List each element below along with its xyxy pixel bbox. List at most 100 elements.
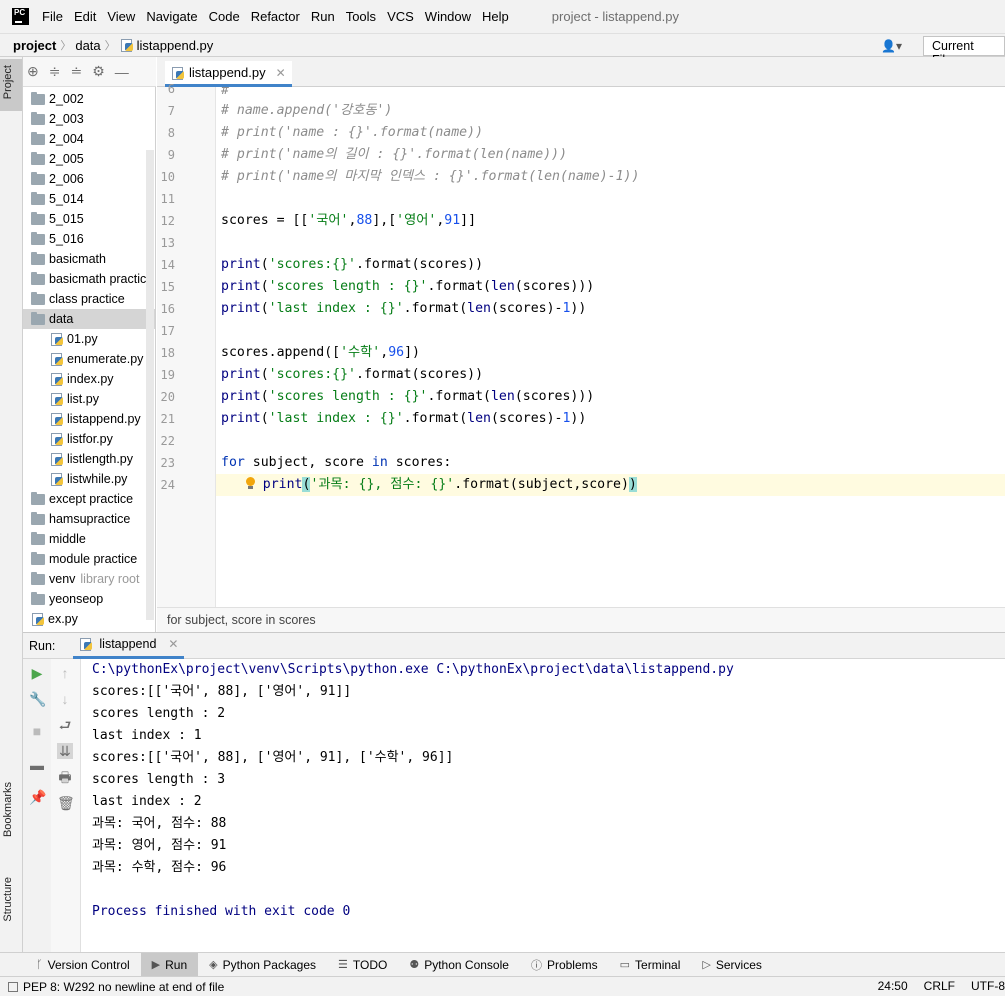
collapse-all-icon[interactable]: ≐ [70, 63, 82, 80]
close-icon[interactable]: ✕ [168, 637, 178, 651]
run-tool-header: Run: listappend ✕ [23, 632, 1005, 659]
tree-folder[interactable]: 2_005 [23, 149, 155, 169]
expand-all-icon[interactable]: ≑ [49, 63, 61, 80]
tree-file[interactable]: list.py [23, 389, 155, 409]
project-side-tab[interactable]: Project [2, 65, 14, 99]
menu-file[interactable]: File [42, 9, 63, 24]
folder-icon [31, 291, 45, 305]
tree-folder[interactable]: except practice [23, 489, 155, 509]
tab-python-packages[interactable]: ◈ Python Packages [198, 953, 327, 977]
rerun-icon[interactable]: ▶ [29, 665, 45, 681]
menu-vcs[interactable]: VCS [387, 9, 414, 24]
run-config-select[interactable]: Current File [923, 36, 1005, 67]
soft-wrap-icon[interactable]: ⮐ [57, 717, 73, 733]
code-line-12: scores = [['국어',88],['영어',91]] [221, 213, 477, 228]
tree-folder[interactable]: 2_006 [23, 169, 155, 189]
tab-problems[interactable]: ⓘ Problems [520, 953, 609, 977]
arrow-down-icon[interactable]: ↓ [57, 691, 73, 707]
lightbulb-icon[interactable] [245, 477, 255, 490]
services-icon: ▷ [702, 959, 711, 971]
python-file-icon [50, 392, 64, 406]
python-icon [79, 637, 93, 651]
tree-folder[interactable]: 2_003 [23, 109, 155, 129]
tree-file[interactable]: ex.py [23, 609, 155, 629]
tree-folder[interactable]: yeonseop [23, 589, 155, 609]
run-tab-listappend[interactable]: listappend ✕ [73, 632, 185, 659]
tree-file[interactable]: listwhile.py [23, 469, 155, 489]
locate-icon[interactable]: ⊕ [27, 63, 39, 80]
tree-item-label: list.py [67, 392, 99, 406]
tree-folder[interactable]: data [23, 309, 155, 329]
tree-folder[interactable]: basicmath [23, 249, 155, 269]
menu-help[interactable]: Help [482, 9, 509, 24]
tab-todo[interactable]: ☰ TODO [327, 953, 398, 977]
tree-folder[interactable]: middle [23, 529, 155, 549]
hide-icon[interactable]: — [115, 64, 129, 80]
stop-icon[interactable]: ■ [29, 723, 45, 739]
tree-item-label: except practice [49, 492, 134, 506]
todo-icon: ☰ [338, 959, 348, 971]
line-number: 12 [160, 214, 175, 228]
tree-item-label: listlength.py [67, 452, 134, 466]
wrench-icon[interactable]: 🔧 [29, 691, 46, 707]
menu-tools[interactable]: Tools [346, 9, 376, 24]
tree-folder[interactable]: class practice [23, 289, 155, 309]
cursor-position[interactable]: 24:50 [878, 979, 908, 993]
menu-run[interactable]: Run [311, 9, 335, 24]
breadcrumb-project[interactable]: project [13, 38, 56, 53]
arrow-up-icon[interactable]: ↑ [57, 665, 73, 681]
menu-refactor[interactable]: Refactor [251, 9, 300, 24]
tree-file[interactable]: listlength.py [23, 449, 155, 469]
line-number: 18 [160, 346, 175, 360]
menu-window[interactable]: Window [425, 9, 471, 24]
tab-run[interactable]: ▶ Run [140, 952, 199, 977]
tree-folder[interactable]: 5_014 [23, 189, 155, 209]
breadcrumb-file[interactable]: listappend.py [137, 38, 214, 53]
breadcrumb-data[interactable]: data [75, 38, 100, 53]
scroll-to-end-icon[interactable]: ⇊ [57, 743, 73, 759]
problems-icon: ⓘ [530, 959, 542, 972]
line-separator[interactable]: CRLF [924, 979, 955, 993]
tree-file[interactable]: index.py [23, 369, 155, 389]
tree-file[interactable]: 01.py [23, 329, 155, 349]
tree-folder[interactable]: venv library root [23, 569, 155, 589]
tree-folder[interactable]: basicmath practice [23, 269, 155, 289]
tree-item-label: ex.py [48, 612, 78, 626]
trash-icon[interactable]: 🗑 [57, 795, 75, 811]
tree-file[interactable]: listappend.py [23, 409, 155, 429]
menu-code[interactable]: Code [209, 9, 240, 24]
pin-icon[interactable]: 📌 [29, 789, 46, 805]
code-editor[interactable]: # # name.append('강호동') # print('name : {… [216, 87, 1005, 607]
tab-services[interactable]: ▷ Services [691, 953, 772, 977]
console-line: C:\pythonEx\project\venv\Scripts\python.… [92, 662, 734, 677]
tree-folder[interactable]: 2_004 [23, 129, 155, 149]
menu-navigate[interactable]: Navigate [146, 9, 197, 24]
tree-item-label: listfor.py [67, 432, 113, 446]
status-message[interactable]: PEP 8: W292 no newline at end of file [8, 980, 224, 994]
line-number: 11 [160, 192, 175, 206]
menu-view[interactable]: View [107, 9, 135, 24]
folder-icon [31, 531, 45, 545]
close-icon[interactable]: ✕ [276, 66, 286, 80]
editor-tab-listappend[interactable]: listappend.py ✕ [165, 61, 292, 87]
editor-breadcrumb[interactable]: for subject, score in scores [157, 607, 1005, 632]
user-icon[interactable]: 👤▾ [881, 39, 902, 53]
gear-icon[interactable]: ⚙ [92, 63, 105, 80]
tab-terminal[interactable]: ▭ Terminal [609, 953, 692, 977]
menu-edit[interactable]: Edit [74, 9, 96, 24]
tab-python-console[interactable]: ⚉ Python Console [398, 953, 520, 977]
tree-folder[interactable]: 5_015 [23, 209, 155, 229]
structure-side-tab[interactable]: Structure [2, 877, 14, 922]
tree-folder[interactable]: 5_016 [23, 229, 155, 249]
tree-file[interactable]: listfor.py [23, 429, 155, 449]
layout-icon[interactable]: ▬ [29, 757, 45, 773]
tree-file[interactable]: enumerate.py [23, 349, 155, 369]
print-icon[interactable]: 🖶 [57, 769, 73, 785]
console-output[interactable]: C:\pythonEx\project\venv\Scripts\python.… [81, 659, 1005, 952]
bookmarks-side-tab[interactable]: Bookmarks [2, 782, 14, 837]
tree-folder[interactable]: 2_002 [23, 89, 155, 109]
tree-folder[interactable]: module practice [23, 549, 155, 569]
tree-folder[interactable]: hamsupractice [23, 509, 155, 529]
tab-version-control[interactable]: ᚴ Version Control [25, 953, 141, 977]
file-encoding[interactable]: UTF-8 [971, 979, 1005, 993]
